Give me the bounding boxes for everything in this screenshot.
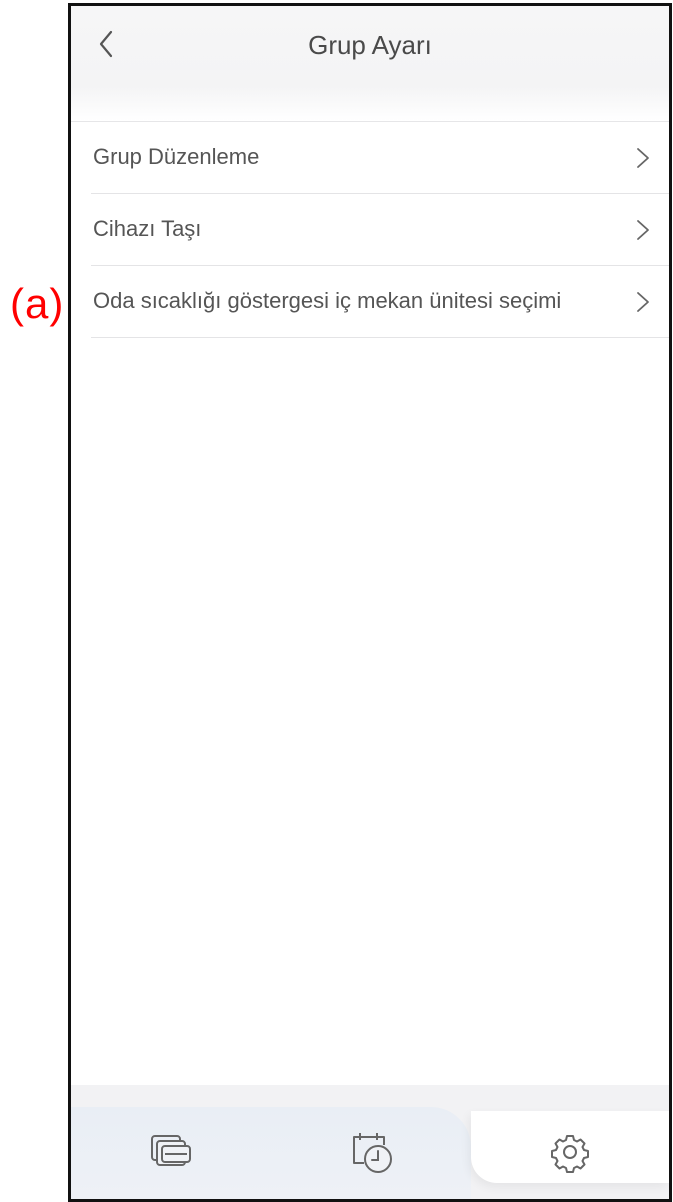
tab-bar-left-background [71, 1107, 471, 1199]
phone-screen: Grup Ayarı Grup Düzenleme Cihazı Taşı Od… [68, 3, 672, 1202]
menu-item-move-device[interactable]: Cihazı Taşı [91, 194, 669, 266]
settings-menu: Grup Düzenleme Cihazı Taşı Oda sıcaklığı… [71, 122, 669, 338]
menu-item-room-temp-indoor-unit[interactable]: Oda sıcaklığı göstergesi iç mekan ünites… [91, 266, 669, 338]
menu-item-group-edit[interactable]: Grup Düzenleme [91, 122, 669, 194]
header-bar: Grup Ayarı [71, 6, 669, 122]
menu-item-label: Grup Düzenleme [93, 144, 260, 169]
annotation-label: (a) [10, 280, 65, 327]
gear-icon [551, 1135, 589, 1173]
page-title: Grup Ayarı [308, 30, 432, 60]
tab-schedule[interactable] [346, 1127, 396, 1177]
chevron-right-icon [637, 148, 649, 168]
chevron-right-icon [637, 292, 649, 312]
chevron-right-icon [637, 220, 649, 240]
bottom-tab-bar [71, 1085, 669, 1199]
menu-item-label: Oda sıcaklığı göstergesi iç mekan ünites… [93, 288, 562, 313]
schedule-clock-icon [353, 1133, 392, 1173]
tab-devices[interactable] [146, 1127, 196, 1177]
menu-item-label: Cihazı Taşı [93, 216, 202, 241]
devices-icon [151, 1135, 191, 1166]
tab-settings[interactable] [545, 1127, 595, 1177]
